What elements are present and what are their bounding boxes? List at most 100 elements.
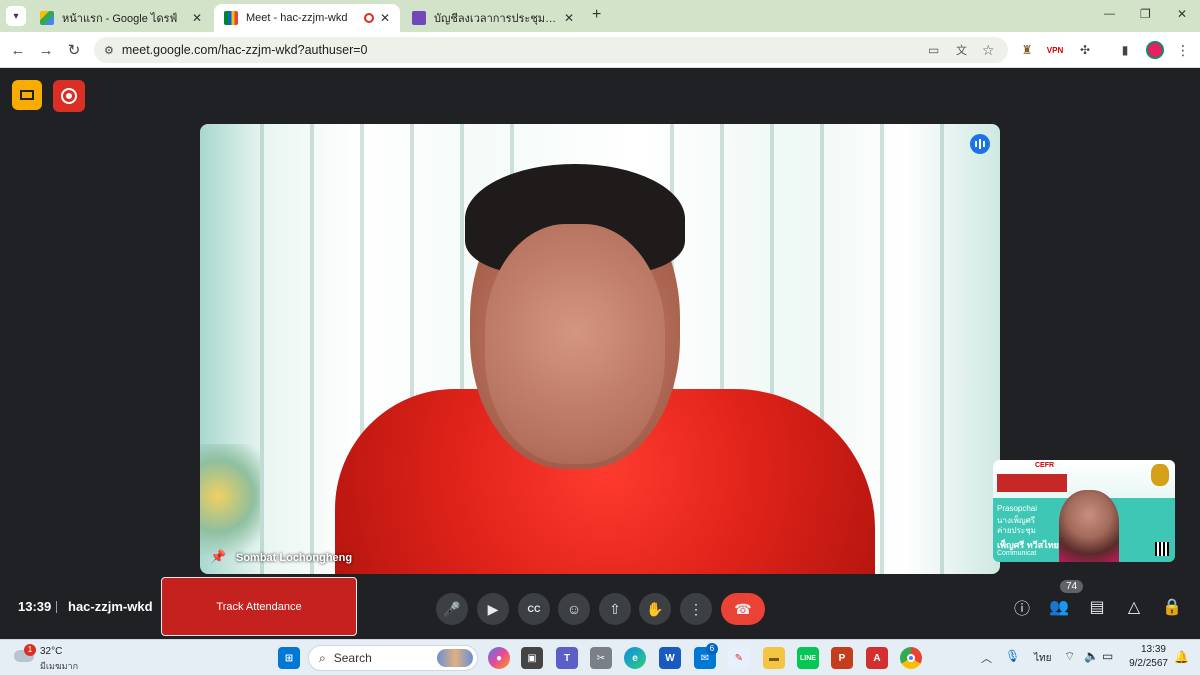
tab-label: Meet - hac-zzjm-wkd xyxy=(246,12,348,24)
line-icon[interactable]: LINE xyxy=(797,647,819,669)
close-icon[interactable]: ✕ xyxy=(564,11,574,25)
copilot-icon[interactable]: ● xyxy=(488,647,510,669)
vpn-extension-icon[interactable]: VPN xyxy=(1046,41,1064,59)
windows-taskbar: 1 32°C มีเมฆมาก ⊞ ⌕ Search ● ▣ T ✂ e W ✉… xyxy=(0,639,1200,675)
address-bar[interactable]: ⚙ meet.google.com/hac-zzjm-wkd?authuser=… xyxy=(94,37,1008,63)
qr-code-icon xyxy=(1155,542,1169,556)
chrome-icon[interactable] xyxy=(900,647,922,669)
wifi-icon[interactable]: ⌔ xyxy=(1064,649,1075,664)
site-info-icon[interactable]: ⚙ xyxy=(104,44,114,57)
teams-icon[interactable]: T xyxy=(556,647,578,669)
thumbnail-seal-icon xyxy=(1151,464,1169,486)
folder-icon[interactable]: ▬ xyxy=(763,647,785,669)
chat-icon: ▤ xyxy=(1089,599,1105,616)
weather-desc: มีเมฆมาก xyxy=(40,661,79,671)
people-icon: 👥 xyxy=(1049,599,1069,616)
browser-tab-strip: ▾ หน้าแรก - Google ไดรฟ์ ✕ Meet - hac-zz… xyxy=(0,0,1200,32)
chat-button[interactable]: ▤ xyxy=(1085,595,1109,619)
google-forms-icon xyxy=(412,11,426,25)
extensions-puzzle-icon[interactable]: ✣ xyxy=(1076,41,1094,59)
close-window-button[interactable]: ✕ xyxy=(1177,7,1187,21)
clock-time[interactable]: 13:39 xyxy=(1130,644,1166,655)
info-icon: ⓘ xyxy=(1013,601,1030,618)
paint-icon[interactable]: ✎ xyxy=(728,647,750,669)
file-explorer-icon[interactable]: ▣ xyxy=(521,647,543,669)
battery-icon[interactable]: ▭ xyxy=(1102,649,1113,663)
restore-button[interactable]: ❐ xyxy=(1140,7,1151,21)
raise-hand-button[interactable]: ✋ xyxy=(639,593,671,625)
weather-badge: 1 xyxy=(24,644,36,656)
thumbnail-slide-line-1: Prasopchai xyxy=(997,504,1038,513)
tab-google-meet[interactable]: Meet - hac-zzjm-wkd ✕ xyxy=(214,4,400,32)
forward-button[interactable]: → xyxy=(34,38,58,62)
people-button[interactable]: 👥 xyxy=(1047,595,1071,619)
presenter-name-label: Sombat Lochongheng xyxy=(236,552,353,564)
menu-kebab-icon[interactable]: ⋮ xyxy=(1174,41,1192,59)
present-icon: ⇧ xyxy=(609,600,621,617)
reload-button[interactable]: ↻ xyxy=(62,38,86,62)
audio-level-icon xyxy=(970,134,990,154)
word-icon[interactable]: W xyxy=(659,647,681,669)
clock-date[interactable]: 9/2/2567 xyxy=(1122,658,1168,669)
extension-icon[interactable]: ♜ xyxy=(1018,41,1036,59)
notification-bell-icon[interactable]: 🔔 xyxy=(1174,650,1189,664)
recording-button[interactable] xyxy=(53,80,85,112)
tab-google-forms[interactable]: บัญชีลงเวลาการประชุมสอบ CEFR ปี ✕ xyxy=(402,4,584,32)
edge-icon[interactable]: e xyxy=(624,647,646,669)
meeting-info-button[interactable]: ⓘ xyxy=(1010,595,1034,619)
captions-button[interactable]: CC xyxy=(518,593,550,625)
close-icon[interactable]: ✕ xyxy=(380,11,390,25)
participant-face xyxy=(485,224,665,464)
volume-icon[interactable]: 🔈 xyxy=(1084,649,1099,663)
search-placeholder: Search xyxy=(333,651,372,665)
tab-google-drive[interactable]: หน้าแรก - Google ไดรฟ์ ✕ xyxy=(30,4,212,32)
thumbnail-slide-sub: Communicat xyxy=(997,550,1037,557)
search-box[interactable]: ⌕ Search xyxy=(308,645,478,671)
meeting-divider xyxy=(56,601,57,613)
track-attendance-button[interactable]: Track Attendance xyxy=(161,577,357,636)
new-tab-button[interactable]: + xyxy=(592,6,601,24)
recording-indicator-icon xyxy=(363,13,374,23)
microphone-tray-icon[interactable]: 🎙 xyxy=(1005,649,1020,663)
end-call-button[interactable]: ☎ xyxy=(721,593,765,625)
translate-icon[interactable]: 文 xyxy=(956,42,967,58)
captions-off-button[interactable] xyxy=(12,80,42,110)
camera-indicator-icon[interactable]: ▭ xyxy=(928,43,939,57)
mail-badge: 6 xyxy=(706,643,718,655)
microphone-icon: 🎤 xyxy=(443,600,461,617)
acrobat-icon[interactable]: A xyxy=(866,647,888,669)
minimize-button[interactable]: — xyxy=(1104,8,1115,20)
meeting-code: hac-zzjm-wkd xyxy=(68,599,153,614)
arrow-right-icon: → xyxy=(38,41,54,59)
camera-icon: ▶ xyxy=(487,600,499,617)
microphone-button[interactable]: 🎤 xyxy=(436,593,468,625)
language-indicator[interactable]: ไทย xyxy=(1034,651,1051,666)
powerpoint-icon[interactable]: P xyxy=(831,647,853,669)
record-icon xyxy=(61,88,77,104)
camera-button[interactable]: ▶ xyxy=(477,593,509,625)
pin-icon[interactable]: 📌 xyxy=(210,549,226,565)
self-view-thumbnail[interactable]: CEFR Prasopchai นางเพ็ญศรี ค่ายประชุม เพ… xyxy=(993,460,1175,562)
present-screen-button[interactable]: ⇧ xyxy=(599,593,631,625)
activities-button[interactable]: △ xyxy=(1122,595,1146,619)
tab-search-button[interactable]: ▾ xyxy=(6,6,26,26)
profile-avatar[interactable] xyxy=(1146,41,1164,59)
more-options-button[interactable]: ⋮ xyxy=(680,593,712,625)
more-vert-icon: ⋮ xyxy=(689,600,703,617)
start-icon[interactable]: ⊞ xyxy=(278,647,300,669)
host-controls-button[interactable]: 🔒 xyxy=(1160,595,1184,619)
weather-widget[interactable]: 1 32°C มีเมฆมาก xyxy=(14,644,94,672)
close-icon[interactable]: ✕ xyxy=(192,11,202,25)
main-video-tile[interactable]: 📌 Sombat Lochongheng xyxy=(200,124,1000,574)
phone-hangup-icon: ☎ xyxy=(734,600,752,617)
chevron-down-icon: ▾ xyxy=(13,10,19,22)
side-panel-icon[interactable]: ▮ xyxy=(1116,41,1134,59)
bookmark-star-icon[interactable]: ☆ xyxy=(982,42,995,59)
reactions-button[interactable]: ☺ xyxy=(558,593,590,625)
google-drive-icon xyxy=(40,11,54,25)
chevron-up-icon[interactable]: ︿ xyxy=(981,650,992,666)
snipping-tool-icon[interactable]: ✂ xyxy=(590,647,612,669)
back-button[interactable]: ← xyxy=(6,38,30,62)
thumbnail-banner-heading: CEFR xyxy=(1035,462,1055,469)
captions-icon: CC xyxy=(527,604,541,614)
